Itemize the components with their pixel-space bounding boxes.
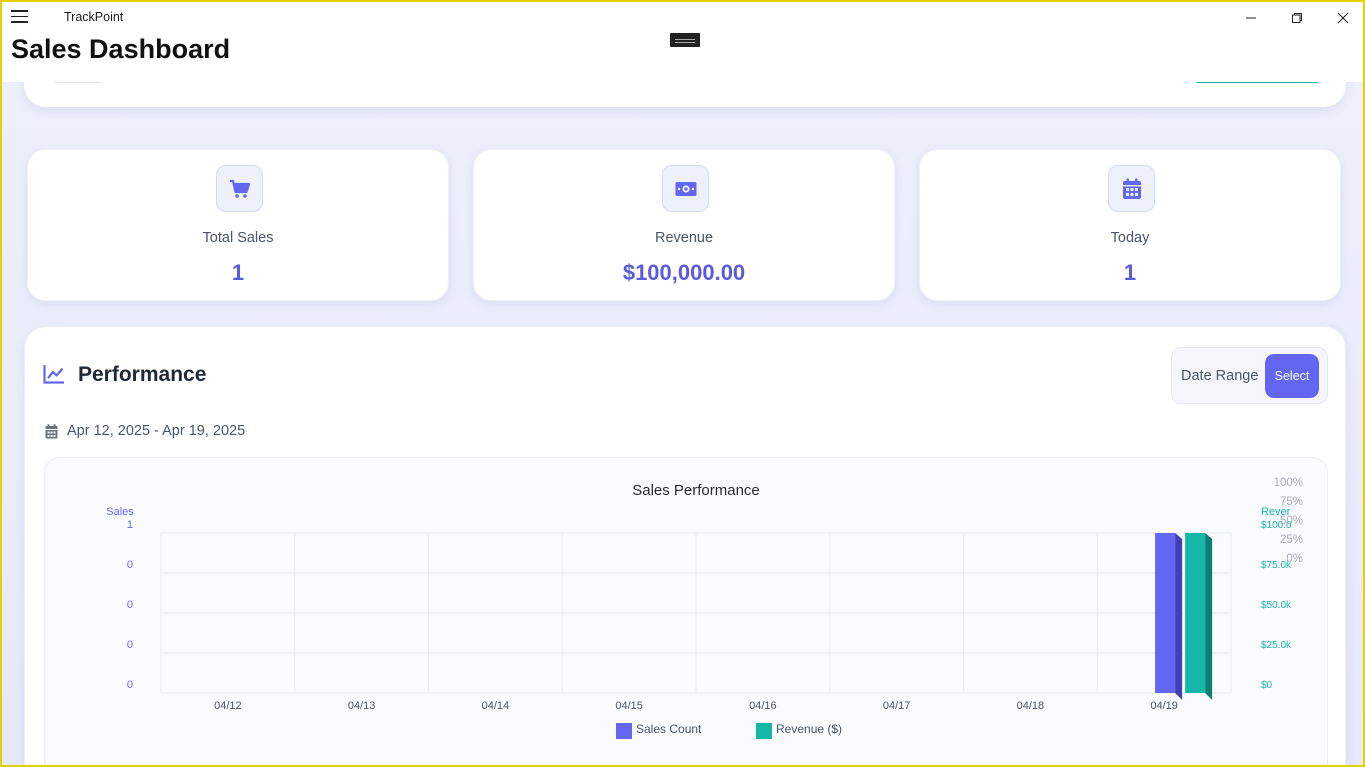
stat-label: Revenue: [654, 230, 714, 246]
chart-canvas: Sales Performance Sales Rever 10000 $100…: [106, 477, 1303, 739]
select-date-range-button[interactable]: Select: [1265, 354, 1319, 398]
bar-revenue: [1185, 533, 1206, 693]
y-left-tick-label: 0: [127, 679, 133, 691]
stat-card-total-sales: Total Sales 1: [27, 149, 449, 301]
date-range-picker: Date Range Select: [1171, 347, 1328, 404]
hamburger-menu-icon[interactable]: [11, 10, 31, 26]
date-range-label: Date Range: [1181, 368, 1259, 384]
cart-icon: [216, 165, 263, 212]
app-window: TrackPoint Sales Dashboard Total Sales 1: [0, 0, 1365, 767]
y-right-tick-label: $25.0k: [1261, 640, 1292, 651]
bar-revenue-side: [1205, 533, 1213, 700]
money-bill-icon: [662, 165, 709, 212]
y-left-tick-label: 0: [127, 639, 133, 651]
restore-icon: [1292, 13, 1302, 23]
page-title: Sales Dashboard: [11, 34, 231, 64]
drag-handle[interactable]: [670, 33, 700, 47]
chart-grid: [160, 532, 1232, 694]
percent-tick-label: 50%: [1280, 515, 1303, 527]
x-tick-label: 04/19: [1150, 700, 1178, 712]
x-tick-label: 04/12: [214, 700, 242, 712]
close-button[interactable]: [1320, 6, 1363, 30]
bar-sales-count-side: [1175, 533, 1183, 700]
performance-title: Performance: [78, 363, 207, 386]
legend-label: Sales Count: [636, 722, 702, 736]
y-left-tick-label: 0: [127, 599, 133, 611]
minimize-icon: [1246, 17, 1256, 19]
x-tick-label: 04/18: [1017, 700, 1045, 712]
percent-tick-label: 25%: [1280, 534, 1303, 546]
title-bar: TrackPoint Sales Dashboard: [2, 2, 1363, 82]
calendar-small-icon: [45, 423, 58, 438]
percent-tick-label: 0%: [1286, 553, 1303, 565]
stat-value: $100,000.00: [622, 260, 746, 285]
performance-card: Performance Date Range Select Apr 12, 20…: [24, 326, 1346, 765]
close-icon: [1337, 12, 1349, 24]
app-name: TrackPoint: [64, 10, 124, 24]
stat-value: 1: [231, 260, 245, 285]
x-tick-label: 04/16: [749, 700, 777, 712]
legend-label: Revenue ($): [776, 722, 842, 736]
sales-performance-chart: Sales Performance Sales Rever 10000 $100…: [44, 457, 1328, 765]
stat-card-today: Today 1: [919, 149, 1341, 301]
stat-card-revenue: Revenue $100,000.00: [473, 149, 895, 301]
stat-label: Today: [1110, 230, 1150, 246]
chart-line-icon: [43, 365, 64, 384]
percent-tick-label: 100%: [1274, 477, 1303, 489]
bar-sales-count: [1155, 533, 1176, 693]
chart-title: Sales Performance: [632, 482, 760, 499]
x-tick-label: 04/13: [348, 700, 376, 712]
x-tick-label: 04/15: [615, 700, 643, 712]
date-range-display: Apr 12, 2025 - Apr 19, 2025: [45, 423, 245, 439]
x-tick-label: 04/14: [482, 700, 510, 712]
percent-tick-label: 75%: [1280, 496, 1303, 508]
legend-swatch: [616, 723, 632, 739]
stat-label: Total Sales: [202, 230, 274, 246]
y-right-tick-label: $50.0k: [1261, 600, 1292, 611]
y-right-tick-label: $0: [1261, 680, 1273, 691]
minimize-button[interactable]: [1228, 6, 1274, 30]
y-left-tick-label: 0: [127, 559, 133, 571]
calendar-icon: [1108, 165, 1155, 212]
restore-button[interactable]: [1274, 6, 1320, 30]
date-range-text: Apr 12, 2025 - Apr 19, 2025: [67, 423, 246, 439]
stat-value: 1: [1123, 260, 1137, 285]
x-tick-label: 04/17: [883, 700, 911, 712]
y-left-axis-label: Sales: [106, 506, 134, 518]
legend-swatch: [756, 723, 772, 739]
y-left-tick-label: 1: [127, 519, 133, 531]
